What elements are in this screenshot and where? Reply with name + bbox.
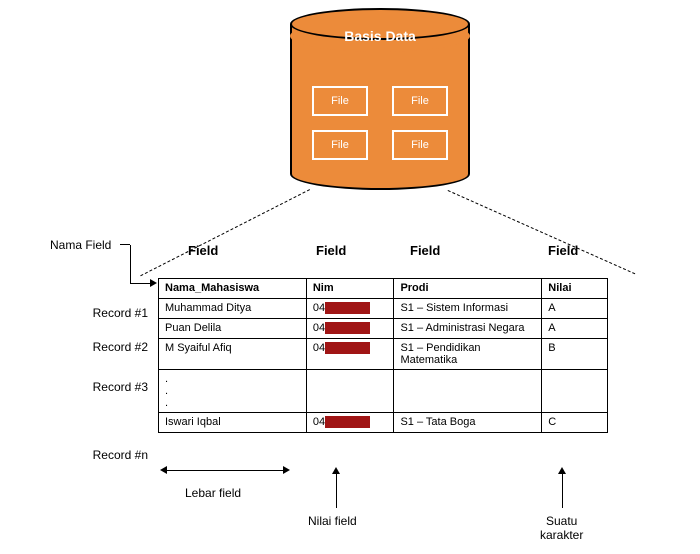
cell-prodi: S1 – Administrasi Negara bbox=[394, 319, 542, 339]
lebar-arrow-line bbox=[167, 470, 283, 471]
nama-field-line-v bbox=[130, 245, 131, 283]
col-header-prodi: Prodi bbox=[394, 279, 542, 299]
nim-prefix: 04 bbox=[313, 342, 325, 354]
col-header-nim: Nim bbox=[306, 279, 394, 299]
col-header-nama: Nama_Mahasiswa bbox=[159, 279, 307, 299]
nama-field-arrowhead bbox=[150, 279, 157, 287]
record-label-2: Record #2 bbox=[68, 340, 148, 354]
karakter-arrow-line bbox=[562, 474, 563, 508]
cell-prodi: S1 – Pendidikan Matematika bbox=[394, 339, 542, 370]
file-box-4: File bbox=[392, 130, 448, 160]
cell-nim: 04 bbox=[306, 339, 394, 370]
col-header-nilai: Nilai bbox=[542, 279, 608, 299]
cell-prodi: S1 – Tata Boga bbox=[394, 413, 542, 433]
table-row: Iswari Iqbal 04 S1 – Tata Boga C bbox=[159, 413, 608, 433]
dash-line-left bbox=[140, 189, 310, 276]
record-label-n: Record #n bbox=[68, 448, 148, 462]
cell-nilai: A bbox=[542, 319, 608, 339]
ellipsis-cell bbox=[394, 370, 542, 413]
field-label-4: Field bbox=[548, 243, 578, 258]
ellipsis-cell: ... bbox=[159, 370, 307, 413]
records-table: Nama_Mahasiswa Nim Prodi Nilai Muhammad … bbox=[158, 278, 608, 433]
ellipsis-cell bbox=[542, 370, 608, 413]
brace-1: ⏟ bbox=[196, 270, 249, 276]
brace-2: ⏟ bbox=[306, 270, 359, 276]
lebar-arrowhead-right bbox=[283, 466, 290, 474]
cell-nama: Muhammad Ditya bbox=[159, 299, 307, 319]
table-header-row: Nama_Mahasiswa Nim Prodi Nilai bbox=[159, 279, 608, 299]
suatu-karakter-label: Suatu karakter bbox=[540, 514, 583, 542]
nama-field-connector bbox=[120, 244, 130, 245]
file-box-1: File bbox=[312, 86, 368, 116]
field-label-2: Field bbox=[316, 243, 346, 258]
table-row: Puan Delila 04 S1 – Administrasi Negara … bbox=[159, 319, 608, 339]
lebar-field-label: Lebar field bbox=[185, 486, 241, 500]
cell-prodi: S1 – Sistem Informasi bbox=[394, 299, 542, 319]
field-label-1: Field bbox=[188, 243, 218, 258]
record-label-3: Record #3 bbox=[68, 380, 148, 394]
diagram-root: { "db": { "title": "Basis Data", "file_l… bbox=[0, 0, 700, 554]
table-row: Muhammad Ditya 04 S1 – Sistem Informasi … bbox=[159, 299, 608, 319]
nilai-arrow-line bbox=[336, 474, 337, 508]
brace-4: ⏟ bbox=[534, 270, 587, 276]
db-title: Basis Data bbox=[290, 28, 470, 44]
cell-nilai: C bbox=[542, 413, 608, 433]
redacted-block bbox=[325, 416, 370, 428]
redacted-block bbox=[325, 322, 370, 334]
file-box-2: File bbox=[392, 86, 448, 116]
cell-nim: 04 bbox=[306, 319, 394, 339]
redacted-block bbox=[325, 342, 370, 354]
karakter-arrowhead bbox=[558, 467, 566, 474]
record-label-1: Record #1 bbox=[68, 306, 148, 320]
lebar-arrowhead-left bbox=[160, 466, 167, 474]
nilai-arrowhead bbox=[332, 467, 340, 474]
cell-nilai: B bbox=[542, 339, 608, 370]
ellipsis-cell bbox=[306, 370, 394, 413]
brace-3: ⏟ bbox=[416, 270, 469, 276]
cell-nim: 04 bbox=[306, 413, 394, 433]
dash-line-right bbox=[448, 190, 636, 274]
nama-field-label: Nama Field bbox=[50, 238, 111, 252]
field-label-3: Field bbox=[410, 243, 440, 258]
redacted-block bbox=[325, 302, 370, 314]
cell-nim: 04 bbox=[306, 299, 394, 319]
nilai-field-label: Nilai field bbox=[308, 514, 357, 528]
nim-prefix: 04 bbox=[313, 302, 325, 314]
nama-field-line-h bbox=[130, 283, 152, 284]
ellipsis-row: ... bbox=[159, 370, 608, 413]
cell-nama: Puan Delila bbox=[159, 319, 307, 339]
cell-nilai: A bbox=[542, 299, 608, 319]
file-box-3: File bbox=[312, 130, 368, 160]
nim-prefix: 04 bbox=[313, 416, 325, 428]
cell-nama: M Syaiful Afiq bbox=[159, 339, 307, 370]
table-row: M Syaiful Afiq 04 S1 – Pendidikan Matema… bbox=[159, 339, 608, 370]
nim-prefix: 04 bbox=[313, 322, 325, 334]
cell-nama: Iswari Iqbal bbox=[159, 413, 307, 433]
